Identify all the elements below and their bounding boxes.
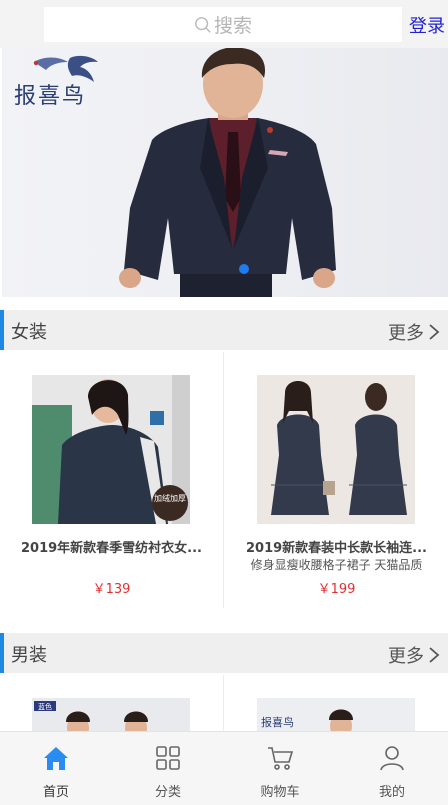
product-image bbox=[257, 375, 415, 524]
page: 搜索 登录 报喜鸟 女装 更多 加绒加厚 2019年新款春季雪纺衬衣女... ￥… bbox=[0, 0, 448, 805]
tab-profile[interactable]: 我的 bbox=[336, 732, 448, 805]
chevron-right-icon bbox=[429, 324, 440, 340]
top-bar: 搜索 登录 bbox=[0, 0, 448, 48]
product-name: 2019新款春装中长款长袖连... bbox=[246, 541, 427, 556]
product-subtitle: 修身显瘦收腰格子裙子 天猫品质 bbox=[250, 558, 423, 572]
product-price: ￥199 bbox=[317, 582, 356, 597]
more-label: 更多 bbox=[388, 646, 424, 667]
home-icon bbox=[44, 747, 68, 770]
tab-label: 购物车 bbox=[260, 785, 300, 800]
bottom-tab-bar: 首页 分类 购物车 我的 bbox=[0, 731, 448, 805]
section-title: 男装 bbox=[11, 645, 47, 666]
more-link[interactable]: 更多 bbox=[388, 642, 440, 668]
search-icon bbox=[195, 16, 211, 33]
cart-icon bbox=[268, 747, 294, 770]
tab-label: 我的 bbox=[378, 785, 405, 800]
column-divider bbox=[223, 675, 224, 731]
login-link[interactable]: 登录 bbox=[409, 12, 445, 38]
tab-label: 分类 bbox=[154, 785, 181, 800]
product-card[interactable]: 蓝色 bbox=[0, 675, 223, 731]
tab-label: 首页 bbox=[42, 785, 69, 800]
section-header-women: 女装 更多 bbox=[0, 310, 448, 350]
section-header-men: 男装 更多 bbox=[0, 633, 448, 673]
badge-text: 加绒加厚 bbox=[154, 493, 186, 503]
user-icon bbox=[380, 746, 404, 771]
search-placeholder: 搜索 bbox=[213, 15, 252, 37]
product-name: 2019年新款春季雪纺衬衣女... bbox=[21, 541, 202, 556]
tab-home[interactable]: 首页 bbox=[0, 732, 112, 805]
carousel-indicator[interactable] bbox=[239, 264, 249, 274]
badge-text: 蓝色 bbox=[38, 702, 52, 711]
banner-model-image bbox=[119, 48, 336, 297]
product-image: 加绒加厚 bbox=[32, 375, 190, 524]
product-card[interactable]: 2019新款春装中长款长袖连... 修身显瘦收腰格子裙子 天猫品质 ￥199 bbox=[225, 352, 448, 608]
product-brand-text: 报喜鸟 bbox=[261, 715, 294, 729]
more-label: 更多 bbox=[388, 323, 424, 344]
more-link[interactable]: 更多 bbox=[388, 319, 440, 345]
product-image: 蓝色 bbox=[32, 698, 190, 731]
product-card[interactable]: 报喜鸟 bbox=[225, 675, 448, 731]
search-input[interactable]: 搜索 bbox=[44, 7, 402, 42]
column-divider bbox=[223, 352, 224, 608]
product-price: ￥139 bbox=[92, 582, 131, 597]
section-title: 女装 bbox=[11, 322, 47, 343]
banner-carousel[interactable]: 报喜鸟 bbox=[2, 48, 448, 297]
tab-category[interactable]: 分类 bbox=[112, 732, 224, 805]
product-image: 报喜鸟 bbox=[257, 698, 415, 731]
tab-cart[interactable]: 购物车 bbox=[224, 732, 336, 805]
chevron-right-icon bbox=[429, 647, 440, 663]
category-icon bbox=[156, 746, 180, 770]
product-card[interactable]: 加绒加厚 2019年新款春季雪纺衬衣女... ￥139 bbox=[0, 352, 223, 608]
